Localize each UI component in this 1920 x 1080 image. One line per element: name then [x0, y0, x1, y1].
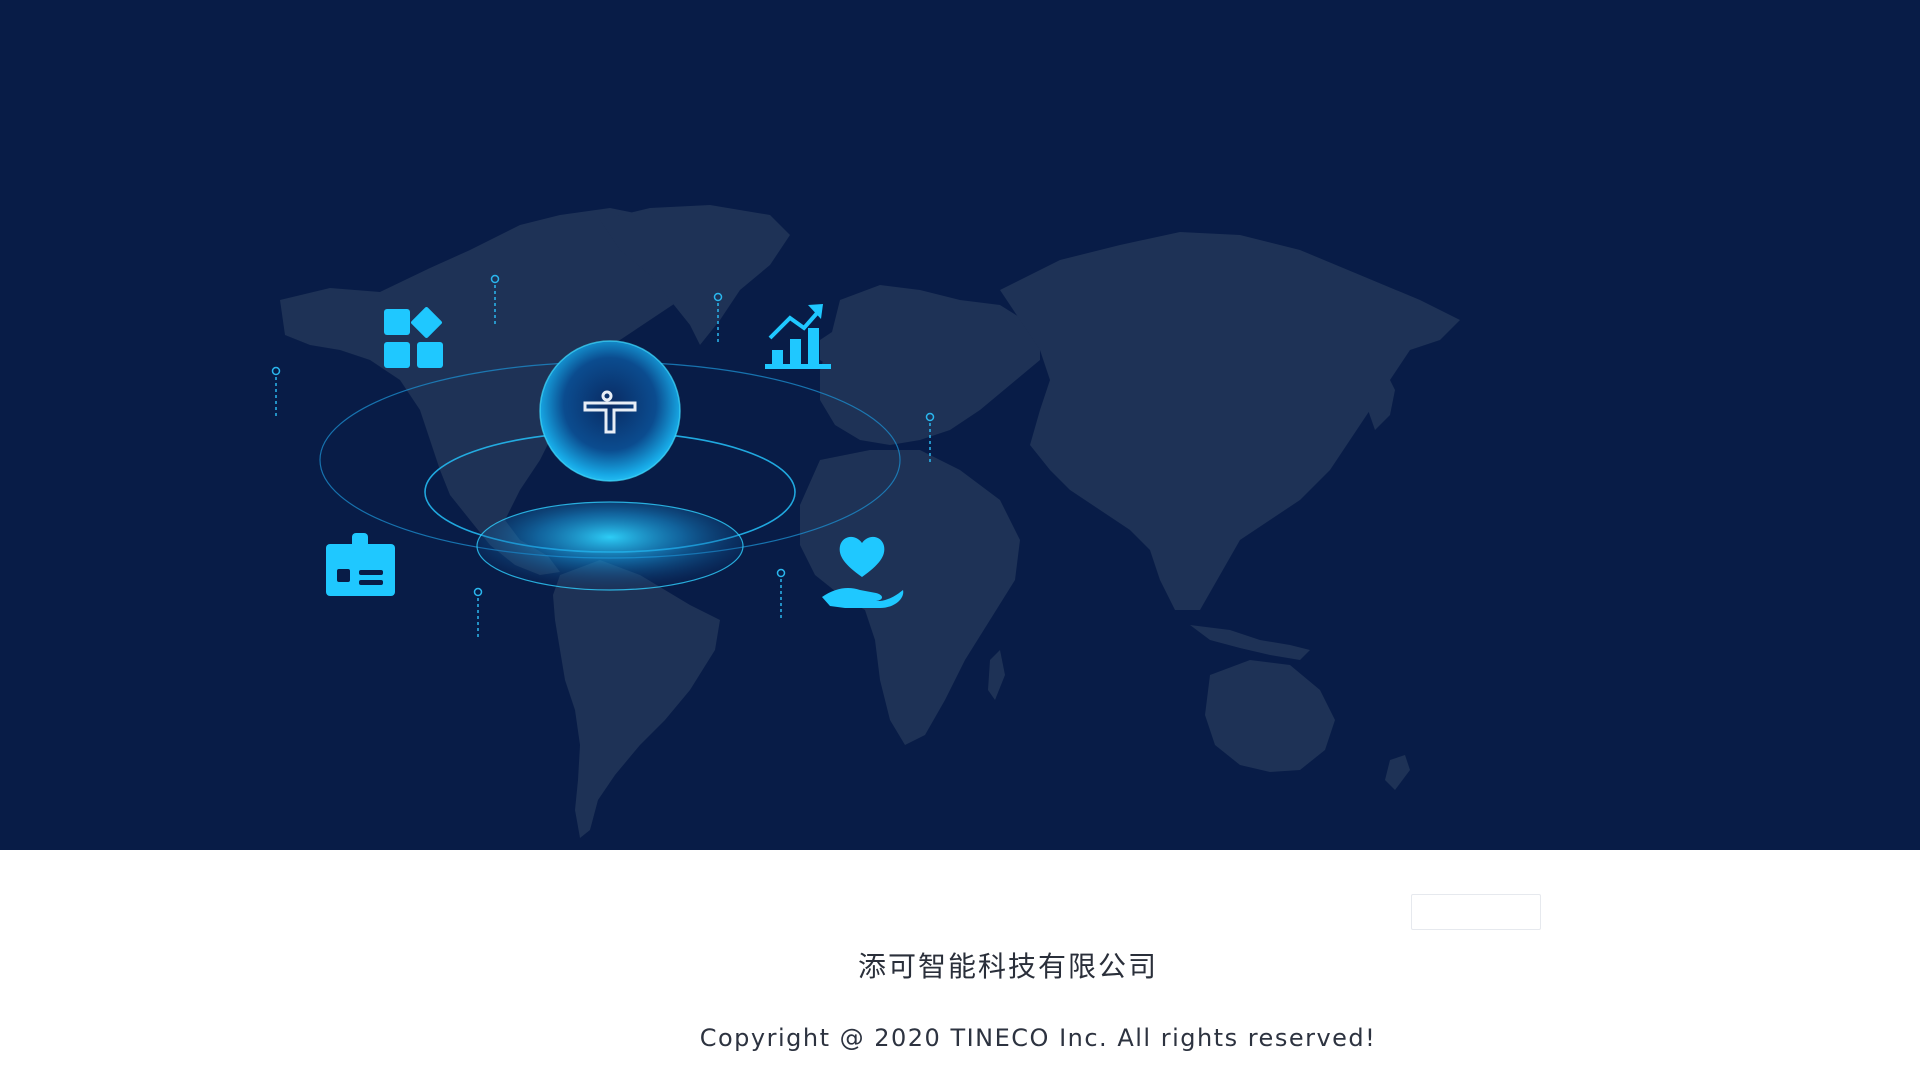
company-name: 添可智能科技有限公司: [857, 950, 1158, 983]
pin-marker: [473, 587, 483, 640]
continents: [280, 205, 1460, 838]
continent-asia: [1000, 232, 1460, 610]
id-card-icon: [326, 533, 395, 596]
island-indonesia: [1190, 625, 1310, 660]
continent-south-america: [553, 560, 720, 838]
footer: 添可智能科技有限公司 Copyright @ 2020 TINECO Inc. …: [0, 850, 1920, 1080]
pin-marker: [776, 568, 786, 620]
island-new-zealand: [1385, 755, 1410, 790]
island-japan: [1368, 370, 1395, 430]
copyright-text: Copyright @ 2020 TINECO Inc. All rights …: [699, 1024, 1377, 1052]
island-madagascar: [988, 650, 1005, 700]
world-map-illustration: [271, 205, 1460, 838]
footer-input-box[interactable]: [1411, 894, 1541, 930]
center-logo-orb: [539, 340, 681, 482]
hero-banner: [0, 0, 1920, 850]
continent-australia: [1205, 660, 1335, 772]
pin-marker: [271, 366, 281, 418]
